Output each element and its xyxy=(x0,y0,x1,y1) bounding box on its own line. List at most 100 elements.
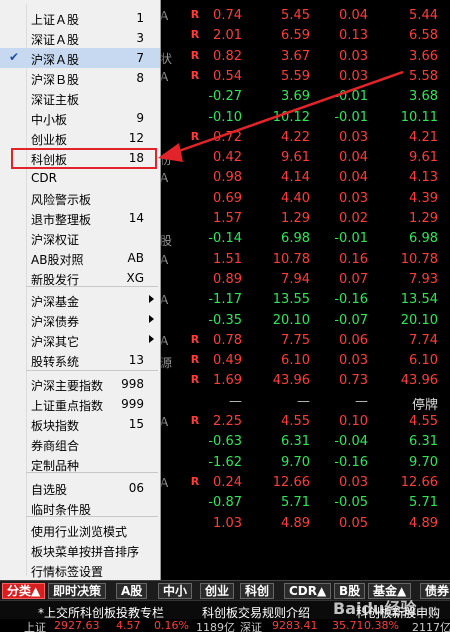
pct-change-cell: 2.25 xyxy=(213,414,242,429)
bid-cell: 10.78 xyxy=(400,251,438,267)
change-cell: -0.07 xyxy=(334,312,368,328)
menu-item[interactable]: 沪深权证 xyxy=(0,228,160,248)
pct-change-cell: 1.03 xyxy=(213,515,242,531)
change-cell: 0.73 xyxy=(339,373,368,389)
price-cell: 5.71 xyxy=(281,495,310,511)
tab-9[interactable]: 债券 xyxy=(420,583,450,599)
change-cell: — xyxy=(355,393,368,409)
menu-separator xyxy=(26,286,158,287)
price-cell: 6.31 xyxy=(281,434,310,450)
bid-cell: 6.31 xyxy=(409,434,438,450)
menu-item[interactable]: 板块指数 15 xyxy=(0,414,160,434)
menu-item-shortcut: 999 xyxy=(121,397,144,411)
menu-item[interactable]: 退市整理板 14 xyxy=(0,208,160,228)
price-cell: — xyxy=(297,393,310,409)
change-cell: 0.06 xyxy=(339,332,368,348)
change-cell: 0.10 xyxy=(339,414,368,429)
menu-item-label: 板块菜单按拼音排序 xyxy=(31,545,140,559)
menu-item-shortcut: AB xyxy=(127,251,144,265)
change-cell: 0.16 xyxy=(339,251,368,267)
bid-cell: 13.54 xyxy=(400,292,438,308)
stock-name-fragment: A xyxy=(160,252,169,267)
menu-item[interactable]: 自选股 06 xyxy=(0,478,160,498)
menu-item-label: 沪深其它 xyxy=(31,335,80,349)
tab-6[interactable]: CDR▲ xyxy=(284,583,332,599)
bid-cell: 20.10 xyxy=(400,312,438,328)
menu-item[interactable]: 使用行业浏览模式 xyxy=(0,520,160,540)
tab-2[interactable]: A股 xyxy=(116,583,148,599)
menu-item[interactable]: 新股发行 XG xyxy=(0,268,160,288)
change-cell: 0.07 xyxy=(339,271,368,287)
price-cell: 20.10 xyxy=(272,312,310,328)
stock-name-fragment: A xyxy=(160,475,169,490)
menu-item-shortcut: 06 xyxy=(128,481,144,495)
menu-item[interactable]: 沪深其它 xyxy=(0,330,160,350)
menu-item[interactable]: 沪深基金 xyxy=(0,290,160,310)
price-cell: 4.55 xyxy=(281,414,310,429)
menu-item[interactable]: 板块菜单按拼音排序 xyxy=(0,540,160,560)
price-cell: 7.75 xyxy=(281,332,310,348)
menu-item[interactable]: 股转系统 13 xyxy=(0,350,160,370)
menu-item-label: 沪深基金 xyxy=(31,295,80,309)
pct-change-cell: -1.62 xyxy=(208,454,242,470)
watermark-logo: Baidu经验 xyxy=(333,599,417,618)
submenu-arrow-icon xyxy=(149,295,154,303)
menu-item[interactable]: AB股对照 AB xyxy=(0,248,160,268)
tab-0[interactable]: 分类▲ xyxy=(2,583,46,599)
menu-item-label: 上证重点指数 xyxy=(31,399,104,413)
menu-separator xyxy=(26,472,158,473)
pct-change-cell: -0.63 xyxy=(208,434,242,450)
bid-cell: 6.98 xyxy=(409,231,438,247)
menu-separator xyxy=(26,370,158,371)
menu-item[interactable]: 定制品种 xyxy=(0,454,160,474)
tab-4[interactable]: 创业 xyxy=(200,583,235,599)
bid-cell: 1.29 xyxy=(409,211,438,226)
tab-5[interactable]: 科创 xyxy=(240,583,275,599)
menu-item[interactable]: 沪深债券 xyxy=(0,310,160,330)
price-cell: 4.89 xyxy=(281,515,310,531)
price-cell: 43.96 xyxy=(272,373,310,389)
menu-item-label: 行情标签设置 xyxy=(31,565,104,579)
pct-change-cell: 1.51 xyxy=(213,251,242,267)
menu-item-label: 自选股 xyxy=(31,483,68,497)
menu-item-label: 沪深债券 xyxy=(31,315,80,329)
menu-item-shortcut: 15 xyxy=(128,417,144,431)
submenu-arrow-icon xyxy=(149,335,154,343)
pct-change-cell: -0.14 xyxy=(208,231,242,247)
index2-value: 9283.41 xyxy=(272,619,318,632)
change-cell: 0.02 xyxy=(339,211,368,226)
menu-item-label: 沪深主要指数 xyxy=(31,379,104,393)
stock-name-fragment: 源 xyxy=(160,356,173,371)
change-cell: -0.01 xyxy=(334,231,368,247)
menu-item-shortcut: XG xyxy=(126,271,144,285)
menu-item[interactable]: 券商组合 xyxy=(0,434,160,454)
bid-cell: 7.93 xyxy=(409,271,438,287)
bid-cell: 6.10 xyxy=(409,353,438,369)
tab-3[interactable]: 中小 xyxy=(158,583,193,599)
stock-name-fragment: 股 xyxy=(160,234,173,249)
price-cell: 12.66 xyxy=(272,474,310,490)
price-cell: 6.10 xyxy=(281,353,310,369)
bid-cell: 停牌 xyxy=(411,397,438,413)
pct-change-cell: 1.57 xyxy=(213,211,242,226)
menu-item[interactable]: 上证重点指数 999 xyxy=(0,394,160,414)
change-cell: 0.03 xyxy=(339,353,368,369)
menu-item[interactable]: 临时条件股 xyxy=(0,498,160,518)
pct-change-cell: 0.78 xyxy=(213,332,242,348)
pct-change-cell: — xyxy=(229,393,242,409)
menu-item-label: 使用行业浏览模式 xyxy=(31,525,128,539)
change-cell: -0.16 xyxy=(334,454,368,470)
stock-name-fragment: A xyxy=(160,293,169,308)
menu-item-label: 退市整理板 xyxy=(31,213,92,227)
menu-item[interactable]: 沪深主要指数 998 xyxy=(0,374,160,394)
pct-change-cell: -1.17 xyxy=(208,292,242,308)
menu-item-label: 股转系统 xyxy=(31,355,80,369)
menu-item[interactable]: 行情标签设置 xyxy=(0,560,160,580)
tab-1[interactable]: 即时决策 xyxy=(48,583,107,599)
index1-change: 4.57 xyxy=(116,619,141,632)
index2-volume: 2117亿 xyxy=(412,621,450,632)
submenu-arrow-icon xyxy=(149,315,154,323)
bid-cell: 43.96 xyxy=(400,373,438,389)
menu-item-label: 沪深权证 xyxy=(31,233,80,247)
stock-name-fragment: A xyxy=(160,333,169,348)
